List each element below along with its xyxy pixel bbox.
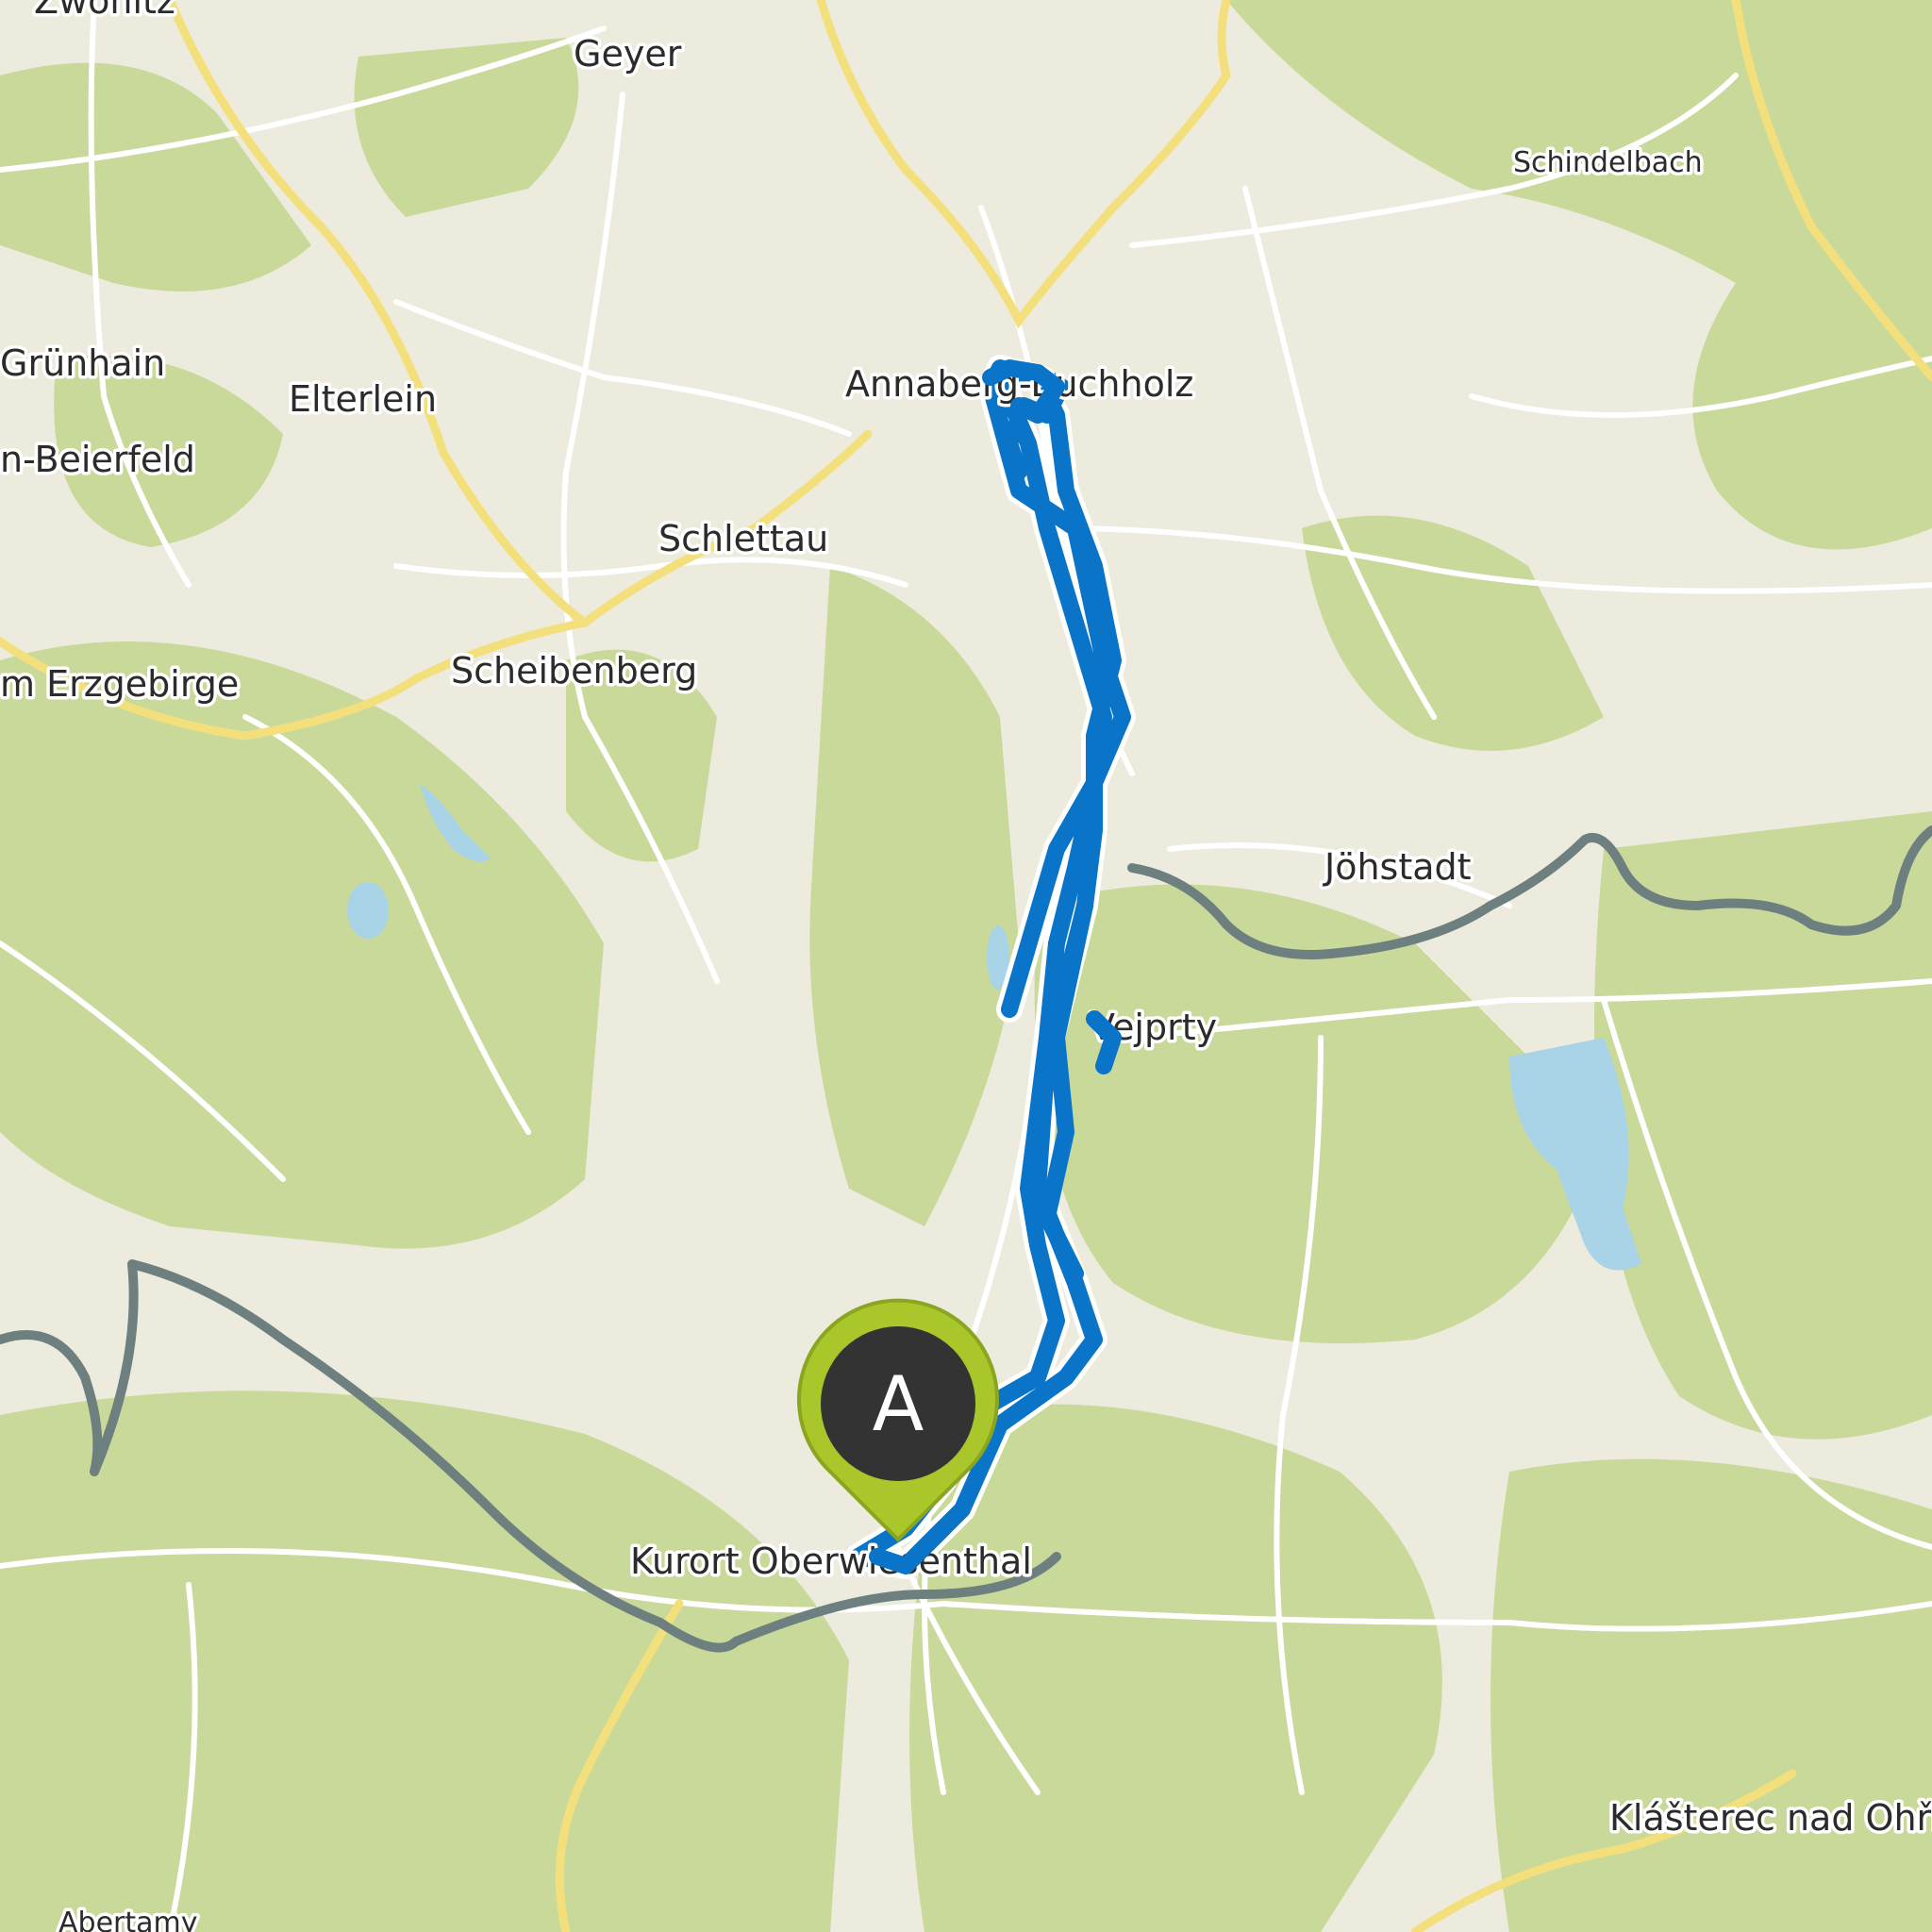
label-zwonitz: Zwönitz: [34, 0, 175, 22]
label-scheibenberg: Scheibenberg: [451, 650, 697, 691]
label-schlettau: Schlettau: [658, 518, 828, 559]
label-oberwiesenthal: Kurort Oberwiesenthal: [630, 1541, 1032, 1582]
label-abertamy: Abertamy: [58, 1907, 197, 1932]
label-schindelbach: Schindelbach: [1513, 146, 1703, 179]
label-geyer: Geyer: [574, 33, 682, 75]
route-map[interactable]: Zwönitz Geyer Schindelbach Grünhain Elte…: [0, 0, 1932, 1932]
label-klasterec: Klášterec nad Ohří: [1609, 1797, 1932, 1839]
label-elterlein: Elterlein: [289, 378, 437, 420]
label-erzgebirge: m Erzgebirge: [0, 663, 239, 705]
label-grunhain: Grünhain: [0, 342, 165, 384]
label-beierfeld: n-Beierfeld: [0, 439, 195, 480]
start-marker-label: A: [873, 1360, 924, 1448]
label-johstadt: Jöhstadt: [1323, 846, 1472, 888]
